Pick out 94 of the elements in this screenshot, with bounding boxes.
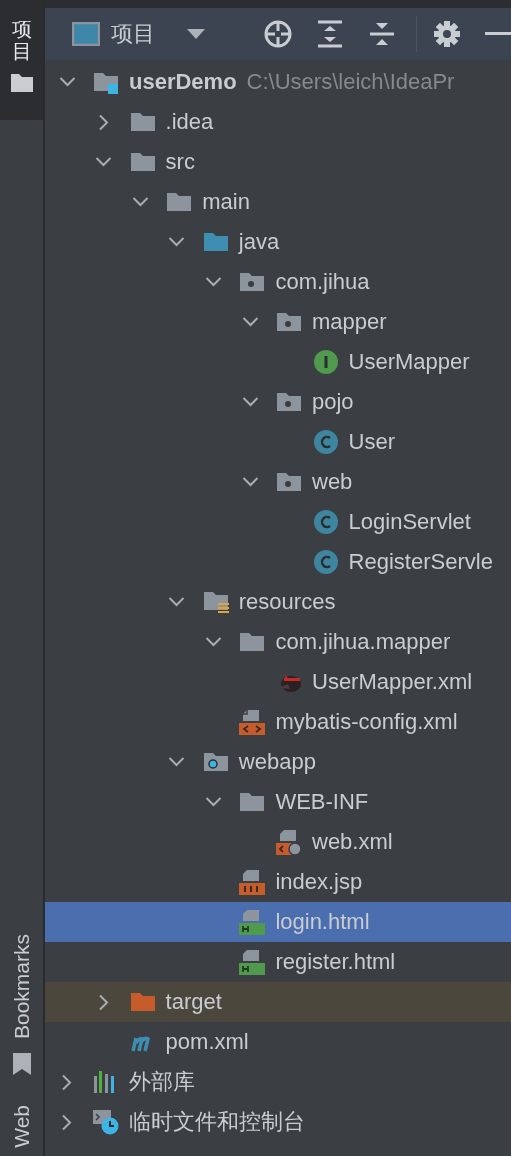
tree-row[interactable]: RegisterServle bbox=[45, 542, 511, 582]
tab-label: Bookmarks bbox=[9, 934, 34, 1040]
tree-row[interactable]: mapper bbox=[45, 302, 511, 342]
chevron-down-icon[interactable] bbox=[95, 157, 113, 167]
tree-row[interactable]: mybatis-config.xml bbox=[45, 702, 511, 742]
tree-row[interactable]: .idea bbox=[45, 102, 511, 142]
chevron-down-icon[interactable] bbox=[204, 637, 222, 647]
chevron-down-icon[interactable] bbox=[241, 397, 259, 407]
html-file-icon bbox=[239, 949, 266, 975]
item-name: 临时文件和控制台 bbox=[129, 1108, 305, 1136]
tab-label: 项目 bbox=[11, 18, 32, 62]
tree-row[interactable]: UserMapper bbox=[45, 342, 511, 382]
item-name: .idea bbox=[165, 109, 214, 135]
item-name: pojo bbox=[312, 389, 354, 415]
item-name: com.jihua bbox=[275, 269, 370, 295]
item-name: src bbox=[165, 149, 195, 175]
chevron-right-icon[interactable] bbox=[98, 993, 109, 1011]
tree-row[interactable]: pom.xml bbox=[45, 1022, 511, 1062]
item-name: login.html bbox=[275, 909, 370, 935]
minimize-icon[interactable] bbox=[485, 32, 511, 36]
bookmark-icon bbox=[12, 1053, 31, 1076]
tree-row[interactable]: webapp bbox=[45, 742, 511, 782]
class-icon bbox=[312, 549, 339, 575]
item-name: User bbox=[348, 429, 396, 455]
item-name: resources bbox=[238, 589, 336, 615]
html-file-icon bbox=[239, 909, 266, 935]
tree-row[interactable]: resources bbox=[45, 582, 511, 622]
caret-down-icon[interactable] bbox=[187, 29, 205, 39]
project-tab[interactable]: 项目 bbox=[0, 0, 43, 120]
item-name: java bbox=[238, 229, 280, 255]
item-name: com.jihua.mapper bbox=[275, 629, 451, 655]
item-name: WEB-INF bbox=[275, 789, 369, 815]
item-name: register.html bbox=[275, 949, 396, 975]
item-path: C:\Users\leich\IdeaPr bbox=[246, 69, 455, 95]
chevron-down-icon[interactable] bbox=[131, 197, 149, 207]
tree-row[interactable]: WEB-INF bbox=[45, 782, 511, 822]
tree-row[interactable]: main bbox=[45, 182, 511, 222]
tree-row[interactable]: register.html bbox=[45, 942, 511, 982]
chevron-right-icon[interactable] bbox=[62, 1113, 72, 1131]
tree-row[interactable]: target bbox=[45, 982, 511, 1022]
chevron-down-icon[interactable] bbox=[241, 477, 259, 487]
tree-row[interactable]: web bbox=[45, 462, 511, 502]
tree-row[interactable]: 外部库 bbox=[45, 1062, 511, 1102]
chevron-down-icon[interactable] bbox=[168, 757, 186, 767]
item-name: index.jsp bbox=[275, 869, 363, 895]
interface-icon bbox=[312, 349, 339, 375]
class-icon bbox=[312, 429, 339, 455]
tree-row[interactable]: pojo bbox=[45, 382, 511, 422]
chevron-down-icon[interactable] bbox=[241, 317, 259, 327]
chevron-right-icon[interactable] bbox=[62, 1073, 72, 1091]
web-xml-file-icon bbox=[276, 829, 302, 855]
tree-row[interactable]: com.jihua bbox=[45, 262, 511, 302]
tab-label: Web bbox=[9, 1105, 34, 1148]
view-title[interactable]: 项目 bbox=[111, 19, 155, 49]
crosshair-icon[interactable] bbox=[264, 20, 292, 48]
item-name: LoginServlet bbox=[348, 509, 471, 535]
tree-row[interactable]: 临时文件和控制台 bbox=[45, 1102, 511, 1142]
tree-row[interactable]: index.jsp bbox=[45, 862, 511, 902]
folder-icon bbox=[10, 74, 33, 92]
chevron-down-icon[interactable] bbox=[58, 77, 76, 87]
item-name: userDemo bbox=[129, 69, 237, 95]
chevron-down-icon[interactable] bbox=[204, 797, 222, 807]
tree-row[interactable]: UserMapper.xml bbox=[45, 662, 511, 702]
chevron-down-icon[interactable] bbox=[204, 277, 222, 287]
item-name: mybatis-config.xml bbox=[275, 709, 458, 735]
item-name: UserMapper bbox=[348, 349, 470, 375]
item-name: UserMapper.xml bbox=[312, 669, 473, 695]
collapse-all-icon[interactable] bbox=[368, 20, 396, 48]
expand-all-icon[interactable] bbox=[316, 20, 344, 48]
tree-row[interactable]: userDemo C:\Users\leich\IdeaPr bbox=[45, 62, 511, 102]
item-name: RegisterServle bbox=[348, 549, 493, 575]
chevron-down-icon[interactable] bbox=[168, 237, 186, 247]
window-icon bbox=[72, 22, 100, 46]
item-name: main bbox=[202, 189, 250, 215]
tree-row[interactable]: java bbox=[45, 222, 511, 262]
class-icon bbox=[312, 509, 339, 535]
item-name: webapp bbox=[238, 749, 316, 775]
item-name: mapper bbox=[312, 309, 387, 335]
item-name: 外部库 bbox=[129, 1068, 195, 1096]
tree-row[interactable]: com.jihua.mapper bbox=[45, 622, 511, 662]
tree-row[interactable]: src bbox=[45, 142, 511, 182]
tree-row[interactable]: User bbox=[45, 422, 511, 462]
item-name: web.xml bbox=[312, 829, 393, 855]
item-name: target bbox=[165, 989, 222, 1015]
item-name: pom.xml bbox=[165, 1029, 249, 1055]
chevron-right-icon[interactable] bbox=[98, 113, 109, 131]
scratch-clock-icon bbox=[93, 1109, 119, 1135]
resources-folder-icon bbox=[202, 589, 229, 615]
chevron-down-icon[interactable] bbox=[168, 597, 186, 607]
jsp-file-icon bbox=[239, 869, 266, 895]
tree-row[interactable]: LoginServlet bbox=[45, 502, 511, 542]
item-name: web bbox=[312, 469, 353, 495]
xml-file-icon bbox=[239, 709, 266, 735]
tree-row[interactable]: web.xml bbox=[45, 822, 511, 862]
